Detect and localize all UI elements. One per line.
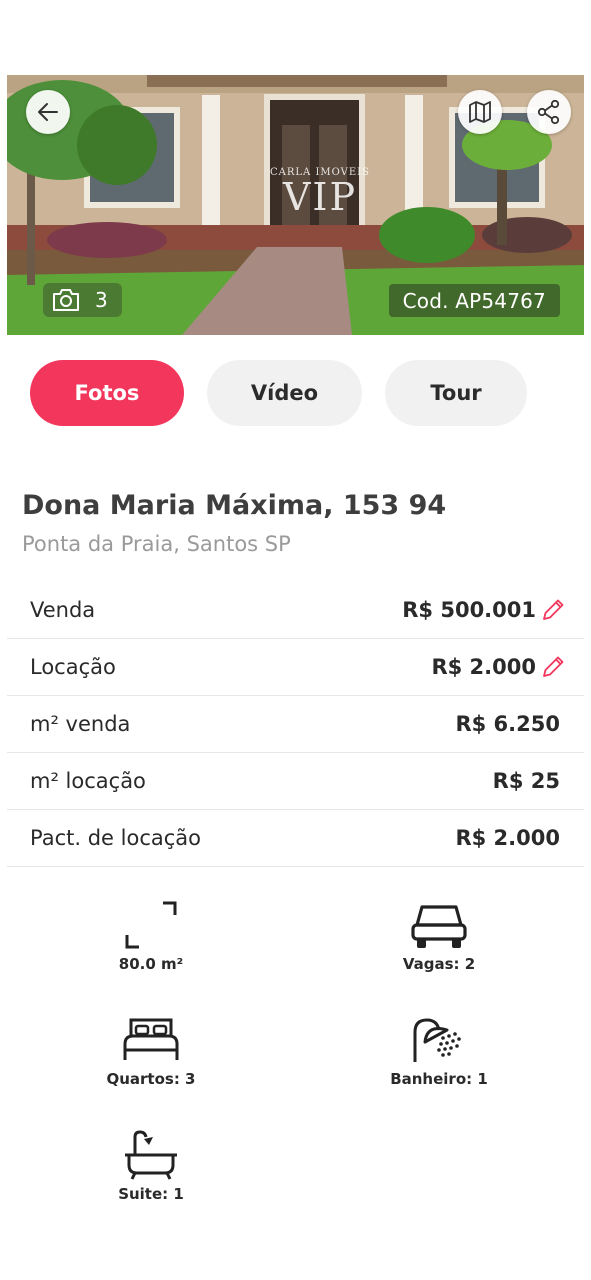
price-value: R$ 6.250 <box>455 712 560 736</box>
price-label: m² venda <box>30 712 131 736</box>
pencil-icon <box>543 599 564 620</box>
photo-count-value: 3 <box>95 288 108 312</box>
photo-count[interactable]: 3 <box>43 283 122 317</box>
property-photo[interactable]: CARLA IMOVEIS VIP 3 Cod. AP54767 <box>7 75 584 335</box>
media-tabs: Fotos Vídeo Tour <box>30 360 527 426</box>
price-value: R$ 25 <box>492 769 560 793</box>
price-label: Pact. de locação <box>30 826 202 850</box>
back-button[interactable] <box>26 90 70 134</box>
tab-video[interactable]: Vídeo <box>207 360 362 426</box>
camera-icon <box>53 289 79 311</box>
edit-venda-button[interactable] <box>538 595 568 625</box>
car-icon <box>411 905 467 948</box>
price-value: R$ 500.001 <box>402 598 536 622</box>
map-icon <box>469 101 491 123</box>
price-row-venda: Venda R$ 500.001 <box>7 582 584 639</box>
feature-area-label: 80.0 m² <box>118 955 184 973</box>
address-title: Dona Maria Máxima, 153 94 <box>22 490 447 521</box>
feature-banheiro-label: Banheiro: 1 <box>390 1070 488 1088</box>
price-row-pacote-locacao: Pact. de locação R$ 2.000 <box>7 810 584 867</box>
map-button[interactable] <box>458 90 502 134</box>
edit-locacao-button[interactable] <box>538 652 568 682</box>
bathtub-icon <box>125 1130 177 1180</box>
price-row-locacao: Locação R$ 2.000 <box>7 639 584 696</box>
pencil-icon <box>543 656 564 677</box>
watermark-main: VIP <box>282 175 358 219</box>
feature-banheiro: Banheiro: 1 <box>349 1012 529 1088</box>
price-label: m² locação <box>30 769 146 793</box>
feature-suite: Suite: 1 <box>61 1127 241 1203</box>
feature-quartos-label: Quartos: 3 <box>106 1070 196 1088</box>
feature-vagas-label: Vagas: 2 <box>402 955 476 973</box>
price-label: Venda <box>30 598 96 622</box>
price-label: Locação <box>30 655 116 679</box>
price-value: R$ 2.000 <box>431 655 536 679</box>
bed-icon <box>123 1018 179 1060</box>
share-button[interactable] <box>527 90 571 134</box>
feature-quartos: Quartos: 3 <box>61 1012 241 1088</box>
price-value: R$ 2.000 <box>455 826 560 850</box>
tab-fotos[interactable]: Fotos <box>30 360 184 426</box>
share-icon <box>537 99 560 125</box>
property-code-badge: Cod. AP54767 <box>388 284 560 317</box>
arrow-left-icon <box>38 103 58 121</box>
price-table: Venda R$ 500.001 Locação R$ 2.000 m² ven… <box>7 582 584 867</box>
address-subtitle: Ponta da Praia, Santos SP <box>22 532 291 556</box>
price-row-m2-venda: m² venda R$ 6.250 <box>7 696 584 753</box>
price-row-m2-locacao: m² locação R$ 25 <box>7 753 584 810</box>
feature-suite-label: Suite: 1 <box>118 1185 184 1203</box>
feature-vagas: Vagas: 2 <box>349 897 529 973</box>
feature-area: 80.0 m² <box>61 897 241 973</box>
tab-tour[interactable]: Tour <box>385 360 527 426</box>
area-icon <box>125 901 177 949</box>
watermark: CARLA IMOVEIS VIP <box>265 167 375 216</box>
shower-icon <box>413 1018 461 1062</box>
